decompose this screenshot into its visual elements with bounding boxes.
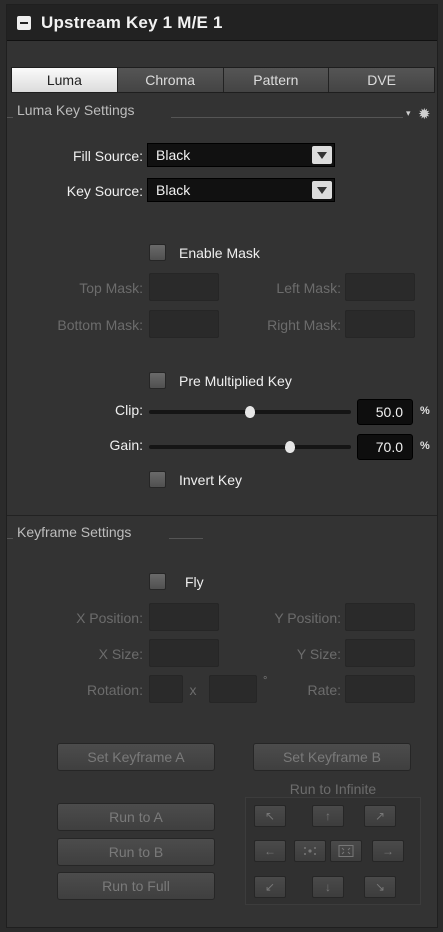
run-to-full-button[interactable]: Run to Full: [57, 872, 215, 900]
key-source-select[interactable]: Black: [147, 178, 335, 202]
y-position-field[interactable]: [345, 603, 415, 631]
top-mask-field[interactable]: [149, 273, 219, 301]
luma-section-title: Luma Key Settings: [17, 102, 135, 118]
y-position-label: Y Position:: [274, 610, 341, 626]
arrow-down-icon[interactable]: ↓: [312, 876, 344, 898]
run-to-a-button[interactable]: Run to A: [57, 803, 215, 831]
set-keyframe-a-button[interactable]: Set Keyframe A: [57, 743, 215, 771]
invert-key-checkbox[interactable]: [149, 471, 166, 488]
arrow-up-icon[interactable]: ↑: [312, 805, 344, 827]
arrow-down-right-icon[interactable]: ↘: [364, 876, 396, 898]
fullscreen-icon[interactable]: [330, 840, 362, 862]
key-type-tabs: Luma Chroma Pattern DVE: [11, 67, 435, 93]
key-source-label: Key Source:: [66, 183, 143, 199]
fly-label: Fly: [185, 574, 204, 590]
rate-label: Rate:: [307, 682, 341, 698]
run-to-b-button[interactable]: Run to B: [57, 838, 215, 866]
center-icon[interactable]: [294, 840, 326, 862]
fullscreen-icon-glyph: [338, 845, 354, 857]
pre-multiplied-key-label: Pre Multiplied Key: [179, 373, 292, 389]
gain-slider-handle[interactable]: [285, 441, 296, 453]
x-size-label: X Size:: [98, 646, 143, 662]
degree-symbol: °: [263, 675, 268, 687]
bottom-mask-label: Bottom Mask:: [57, 317, 143, 333]
right-mask-field[interactable]: [345, 310, 415, 338]
upstream-key-panel: Upstream Key 1 M/E 1 Luma Chroma Pattern…: [6, 4, 438, 928]
arrow-up-right-icon[interactable]: ↗: [364, 805, 396, 827]
section-divider: [7, 515, 437, 516]
y-size-field[interactable]: [345, 639, 415, 667]
rotation-x-separator: x: [189, 682, 197, 698]
gain-value-field[interactable]: 70.0: [357, 434, 413, 460]
section-line-right: [171, 117, 403, 118]
bottom-mask-field[interactable]: [149, 310, 219, 338]
tab-dve[interactable]: DVE: [329, 68, 434, 92]
key-source-value: Black: [156, 182, 191, 198]
center-icon-glyph: [304, 847, 316, 855]
rotation-degrees-field[interactable]: [209, 675, 257, 703]
enable-mask-checkbox[interactable]: [149, 244, 166, 261]
arrow-left-icon[interactable]: ←: [254, 840, 286, 862]
clip-percent-unit: %: [420, 405, 430, 417]
fill-source-select[interactable]: Black: [147, 143, 335, 167]
run-to-infinite-pad: ↖ ↑ ↗ ← → ↙ ↓ ↘: [245, 797, 421, 905]
clip-label: Clip:: [114, 402, 143, 418]
run-to-infinite-label: Run to Infinite: [289, 781, 377, 797]
clip-value-field[interactable]: 50.0: [357, 399, 413, 425]
rate-field[interactable]: [345, 675, 415, 703]
rotation-field[interactable]: [149, 675, 183, 703]
y-size-label: Y Size:: [296, 646, 341, 662]
clip-slider-handle[interactable]: [245, 406, 255, 418]
keyframe-section-title: Keyframe Settings: [17, 524, 132, 540]
chevron-down-icon: [312, 181, 332, 199]
arrow-right-icon[interactable]: →: [372, 840, 404, 862]
x-position-label: X Position:: [76, 610, 143, 626]
gear-icon[interactable]: ✹: [418, 105, 431, 123]
invert-key-label: Invert Key: [179, 472, 243, 488]
gain-label: Gain:: [109, 437, 143, 453]
chevron-down-icon: [312, 146, 332, 164]
panel-titlebar: Upstream Key 1 M/E 1: [7, 5, 437, 41]
set-keyframe-b-button[interactable]: Set Keyframe B: [253, 743, 411, 771]
fill-source-value: Black: [156, 147, 191, 163]
fill-source-label: Fill Source:: [72, 148, 143, 164]
arrow-down-left-icon[interactable]: ↙: [254, 876, 286, 898]
right-mask-label: Right Mask:: [267, 317, 341, 333]
gain-slider[interactable]: [149, 445, 351, 449]
tab-chroma[interactable]: Chroma: [117, 68, 224, 92]
enable-mask-label: Enable Mask: [179, 245, 260, 261]
collapse-icon[interactable]: [17, 15, 31, 30]
arrow-up-left-icon[interactable]: ↖: [254, 805, 286, 827]
left-mask-field[interactable]: [345, 273, 415, 301]
dropdown-arrow-icon[interactable]: ▾: [406, 108, 411, 119]
x-position-field[interactable]: [149, 603, 219, 631]
section-line-left: [7, 117, 13, 118]
fly-checkbox[interactable]: [149, 573, 166, 590]
tab-pattern[interactable]: Pattern: [223, 68, 330, 92]
panel-title: Upstream Key 1 M/E 1: [41, 12, 223, 32]
pre-multiplied-key-checkbox[interactable]: [149, 372, 166, 389]
rotation-label: Rotation:: [86, 682, 143, 698]
x-size-field[interactable]: [149, 639, 219, 667]
section-line-right: [169, 538, 203, 539]
left-mask-label: Left Mask:: [276, 280, 341, 296]
top-mask-label: Top Mask:: [79, 280, 143, 296]
section-line-left: [7, 538, 13, 539]
gain-percent-unit: %: [420, 440, 430, 452]
tab-luma[interactable]: Luma: [12, 68, 118, 92]
